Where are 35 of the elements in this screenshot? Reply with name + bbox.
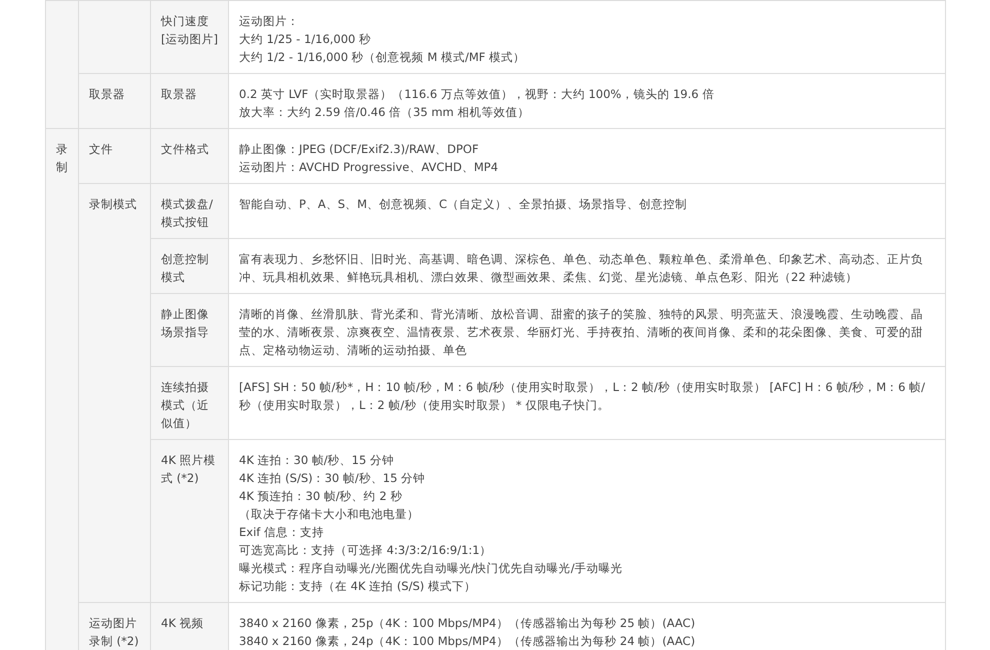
spec-value: 大约 1/25 - 1/16,000 秒 [239,31,372,48]
spec-name: 取景器 [161,87,197,101]
spec-name: 创意控制 模式 [161,252,209,284]
spec-value: 曝光模式：程序自动曝光/光圈优先自动曝光/快门优先自动曝光/手动曝光 [239,560,624,577]
spec-value: 大约 1/2 - 1/16,000 秒（创意视频 M 模式/MF 模式） [239,49,526,66]
category-label: 录制 [56,141,68,176]
spec-value: 静止图像：JPEG (DCF/Exif2.3)/RAW、DPOF [239,141,480,158]
spec-value: 放大率：大约 2.59 倍/0.46 倍（35 mm 相机等效值） [239,104,530,121]
spec-name: 4K 照片模 式 (*2) [161,453,216,485]
spec-value: 3840 x 2160 像素，25p（4K：100 Mbps/MP4）（传感器输出为每秒 25 帧）(AAC) [239,615,696,632]
spec-value: 标记功能：支持（在 4K 连拍 (S/S) 模式下） [239,578,477,595]
spec-value: 运动图片：AVCHD Progressive、AVCHD、MP4 [239,159,500,176]
spec-value: 清晰的肖像、丝滑肌肤、背光柔和、背光清晰、放松音调、甜蜜的孩子的笑脸、独特的风景、明亮蓝天、浪漫晚霞、生动晚霞、晶莹的水、清晰夜景、凉爽夜空、温情夜景、艺术夜景、华丽灯光、手持夜拍、清晰的夜间肖像、柔和的花朵图像、美食、可爱的甜点、定格动物运动、清晰的运动拍摄、单色 [239,306,924,359]
section-label: 录制模式 [89,197,137,211]
spec-value: Exif 信息：支持 [239,524,325,541]
spec-name: 连续拍摄 模式（近 似值） [161,380,209,430]
spec-name: 4K 视频 [161,616,204,630]
spec-value: 4K 预连拍：30 帧/秒、约 2 秒 [239,488,404,505]
section-label: 运动图片 录制 (*2) [89,616,139,648]
spec-name: 文件格式 [161,142,209,156]
spec-name: 快门速度 [运动图片] [161,14,218,46]
spec-value: 运动图片： [239,13,300,30]
spec-value: 4K 连拍 (S/S)：30 帧/秒、15 分钟 [239,470,426,487]
section-label: 取景器 [89,87,125,101]
spec-value: 富有表现力、乡愁怀旧、旧时光、高基调、暗色调、深棕色、单色、动态单色、颗粒单色、柔滑单色、印象艺术、高动态、正片负冲、玩具相机效果、鲜艳玩具相机、漂白效果、微型画效果、柔焦、幻觉、星光滤镜、单点色彩、阳光（22 种滤镜） [239,251,924,286]
spec-value: 4K 连拍：30 帧/秒、15 分钟 [239,452,395,469]
spec-name: 静止图像 场景指导 [161,307,209,339]
spec-name: 模式拨盘/ 模式按钮 [161,197,213,229]
spec-value: 智能自动、P、A、S、M、创意视频、C（自定义）、全景拍摄、场景指导、创意控制 [239,196,688,213]
spec-value: 可选宽高比：支持（可选择 4:3/3:2/16:9/1:1） [239,542,493,559]
section-label: 文件 [89,142,113,156]
spec-value: （取决于存储卡大小和电池电量） [239,506,420,523]
spec-value: [AFS] SH：50 帧/秒*，H：10 帧/秒，M：6 帧/秒（使用实时取景），L：2 帧/秒（使用实时取景） [AFC] H：6 帧/秒，M：6 帧/秒（使用实时取景），L：2 帧/秒（使用实时取景） * 仅限电子快门。 [239,379,926,414]
spec-value: 3840 x 2160 像素，24p（4K：100 Mbps/MP4）（传感器输出为每秒 24 帧）(AAC) [239,633,696,650]
spec-value: 0.2 英寸 LVF（实时取景器）（116.6 万点等效值），视野：大约 100%，镜头的 19.6 倍 [239,86,716,103]
